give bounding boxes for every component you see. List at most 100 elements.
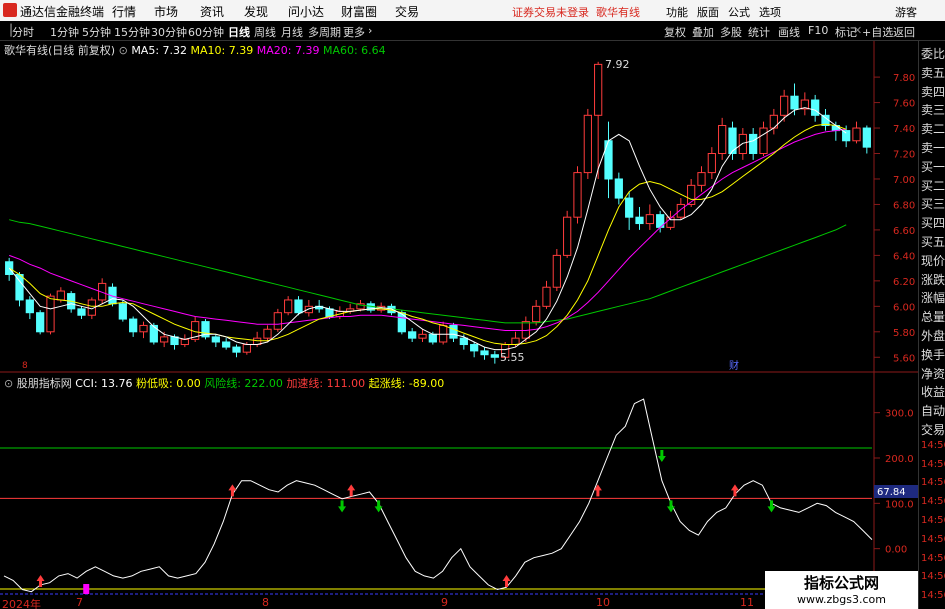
candle-body (594, 63, 603, 116)
time-label-9: 9 (441, 596, 448, 609)
candle-body (449, 324, 458, 339)
buy-arrow-icon (36, 575, 45, 588)
candle-body (273, 312, 282, 330)
price-tick-label: 6.80 (893, 200, 915, 211)
signal-arrows (36, 450, 776, 594)
sidebar-item[interactable]: 收益 (921, 383, 945, 401)
sidebar-item[interactable]: 涨幅 (921, 289, 945, 307)
dividend-marker[interactable]: 8 (22, 361, 28, 371)
candle-body (439, 324, 448, 343)
sidebar-item[interactable]: 14:56 (921, 459, 945, 477)
sidebar-item[interactable]: 自动 (921, 402, 945, 420)
candle-body (707, 153, 716, 174)
candle-body (25, 299, 34, 314)
sidebar-item[interactable]: 卖四 (921, 83, 945, 101)
sell-arrow-icon (657, 450, 666, 463)
price-tick-label: 7.00 (893, 175, 915, 186)
indicator-tick-label: 300.0 (885, 409, 914, 420)
sidebar-item[interactable]: 14:56 (921, 496, 945, 514)
sidebar-item[interactable]: 委比 (921, 45, 945, 63)
sidebar-item[interactable]: 14:56 (921, 553, 945, 571)
candle-body (242, 344, 251, 353)
candle-body (811, 99, 820, 116)
sidebar-item[interactable]: 外盘 (921, 327, 945, 345)
cci-line (3, 398, 873, 593)
sidebar-item[interactable]: 买一 (921, 158, 945, 176)
sidebar-item[interactable]: 14:56 (921, 440, 945, 458)
time-label-year: 2024年 (2, 598, 41, 609)
price-tick-label: 6.60 (893, 226, 915, 237)
sidebar-item[interactable]: 现价 (921, 252, 945, 270)
candle-body (459, 337, 468, 346)
buy-arrow-icon (730, 484, 739, 497)
price-tick-label: 5.60 (893, 353, 915, 364)
candle-body (180, 338, 189, 346)
candle-body (490, 354, 499, 358)
sidebar-item[interactable]: 涨跌 (921, 271, 945, 289)
sidebar-item[interactable]: 买三 (921, 195, 945, 213)
low-price-label: 5.55 (500, 351, 525, 364)
ma20-line (9, 128, 847, 331)
candles (5, 61, 871, 364)
sidebar-item[interactable]: 卖三 (921, 101, 945, 119)
candle-body (36, 312, 45, 333)
price-tick-label: 6.40 (893, 251, 915, 262)
sidebar-item[interactable]: 14:56 (921, 571, 945, 589)
candle-body (842, 130, 851, 142)
candle-body (563, 216, 572, 256)
sidebar-item[interactable]: 卖五 (921, 64, 945, 82)
time-label-8: 8 (262, 596, 269, 609)
sidebar-item[interactable]: 14:56 (921, 515, 945, 533)
kline-chart[interactable]: 7.80 7.60 7.40 7.20 7.00 6.80 6.60 6.40 6.20 6.00… (0, 0, 918, 596)
buy-arrow-icon (593, 484, 602, 497)
finance-marker[interactable]: 财 (729, 359, 739, 372)
time-label-11: 11 (740, 596, 754, 609)
sidebar-item[interactable]: 总量 (921, 308, 945, 326)
candle-body (263, 328, 272, 339)
candle-body (645, 214, 654, 225)
watermark: 指标公式网 www.zbgs3.com (765, 571, 918, 609)
sidebar-item[interactable]: 14:56 (921, 590, 945, 608)
candle-body (738, 133, 747, 155)
sidebar-item[interactable]: 换手 (921, 346, 945, 364)
candle-body (222, 341, 231, 348)
sell-arrow-icon (767, 500, 776, 513)
candle-body (759, 127, 768, 155)
time-label-7: 7 (76, 596, 83, 609)
sidebar-item[interactable]: 净资 (921, 365, 945, 383)
sell-arrow-icon (374, 500, 383, 513)
candle-body (542, 286, 551, 307)
candle-body (718, 124, 727, 155)
buy-arrow-icon (502, 575, 511, 588)
sidebar-item[interactable]: 14:56 (921, 534, 945, 552)
candle-body (56, 290, 65, 301)
candle-body (625, 197, 634, 218)
candle-body (408, 331, 417, 339)
candle-body (614, 178, 623, 199)
candle-body (780, 95, 789, 116)
candle-body (480, 350, 489, 356)
quote-sidebar: 委比 卖五 卖四 卖三 卖二 卖一 买一 买二 买三 买四 买五 现价 涨跌 涨幅 总量 外盘 换手 净资 收益 自动… (918, 41, 945, 609)
sidebar-item[interactable]: 买五 (921, 233, 945, 251)
sidebar-item[interactable]: 交易 (921, 421, 945, 439)
sidebar-item[interactable]: 买二 (921, 177, 945, 195)
sidebar-item[interactable]: 卖一 (921, 139, 945, 157)
candle-body (790, 95, 799, 110)
candle-body (46, 295, 55, 333)
low-buy-bar (83, 584, 90, 594)
price-tick-label: 7.80 (893, 73, 915, 84)
candle-body (635, 216, 644, 225)
price-axis: 7.80 7.60 7.40 7.20 7.00 6.80 6.60 6.40 6.20 6.00… (874, 73, 915, 364)
indicator-tick-label: 200.0 (885, 454, 914, 465)
sidebar-item[interactable]: 14:56 (921, 477, 945, 495)
high-price-label: 7.92 (605, 58, 630, 71)
price-tick-label: 5.80 (893, 328, 915, 339)
sidebar-item[interactable]: 买四 (921, 214, 945, 232)
candle-body (697, 172, 706, 186)
sidebar-item[interactable]: 卖二 (921, 120, 945, 138)
indicator-tick-label: 0.00 (885, 545, 907, 556)
candle-body (749, 133, 758, 155)
price-tick-label: 6.20 (893, 277, 915, 288)
candle-body (160, 336, 169, 343)
indicator-lines (0, 398, 873, 595)
